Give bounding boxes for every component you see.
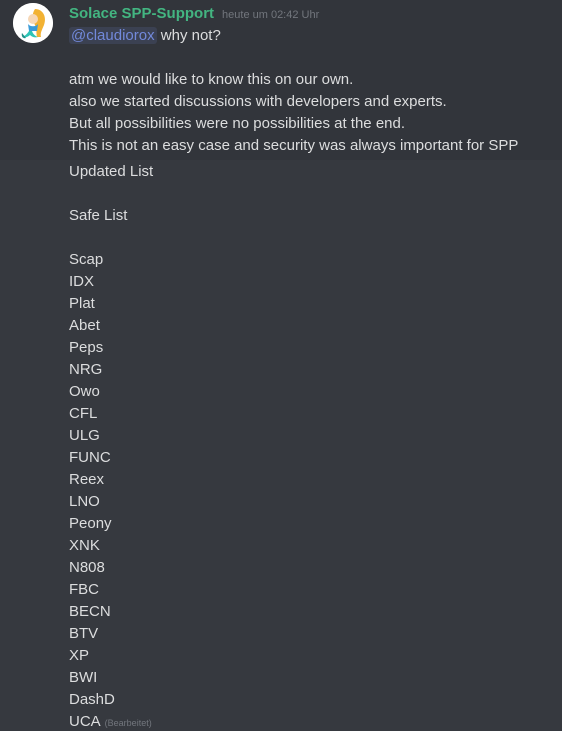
list-item-last: UCA (Bearbeitet) — [69, 711, 152, 731]
list-item: LNO — [69, 493, 100, 510]
list-item: XP — [69, 647, 90, 664]
list-item: FUNC — [69, 449, 111, 466]
message-header: Solace SPP-Support heute um 02:42 Uhr — [69, 5, 319, 25]
list-item: FBC — [69, 581, 99, 598]
list-item: Peony — [69, 515, 112, 532]
safe-list: Scap IDX Plat Abet Peps NRG Owo CFL ULG … — [69, 249, 152, 731]
list-item: XNK — [69, 537, 100, 554]
user-avatar[interactable] — [13, 3, 53, 43]
timestamp: heute um 02:42 Uhr — [222, 9, 320, 21]
user-mention[interactable]: @claudiorox — [69, 27, 157, 44]
list-subheading: Safe List — [69, 207, 128, 224]
list-item: BWI — [69, 669, 98, 686]
message-line: also we started discussions with develop… — [69, 93, 447, 110]
list-item: Plat — [69, 295, 95, 312]
list-item: CFL — [69, 405, 98, 422]
list-item: NRG — [69, 361, 103, 378]
list-item: DashD — [69, 691, 115, 708]
list-item: BTV — [69, 625, 99, 642]
list-item: Peps — [69, 339, 104, 356]
list-heading: Updated List — [69, 163, 154, 180]
message-line: atm we would like to know this on our ow… — [69, 71, 354, 88]
reply-line: @claudiorox why not? — [69, 25, 221, 47]
list-item: BECN — [69, 603, 111, 620]
edited-label: (Bearbeitet) — [104, 718, 152, 728]
message-line: But all possibilities were no possibilit… — [69, 115, 406, 132]
list-item: Scap — [69, 251, 104, 268]
list-item: Owo — [69, 383, 100, 400]
message-line: This is not an easy case and security wa… — [69, 137, 519, 154]
list-item: IDX — [69, 273, 95, 290]
reply-text: why not? — [156, 27, 221, 44]
username[interactable]: Solace SPP-Support — [69, 5, 214, 22]
list-item: N808 — [69, 559, 105, 576]
list-item: Reex — [69, 471, 105, 488]
list-item: Abet — [69, 317, 100, 334]
list-item: ULG — [69, 427, 100, 444]
list-item-label: UCA — [69, 713, 101, 730]
mermaid-avatar-icon — [13, 3, 53, 43]
